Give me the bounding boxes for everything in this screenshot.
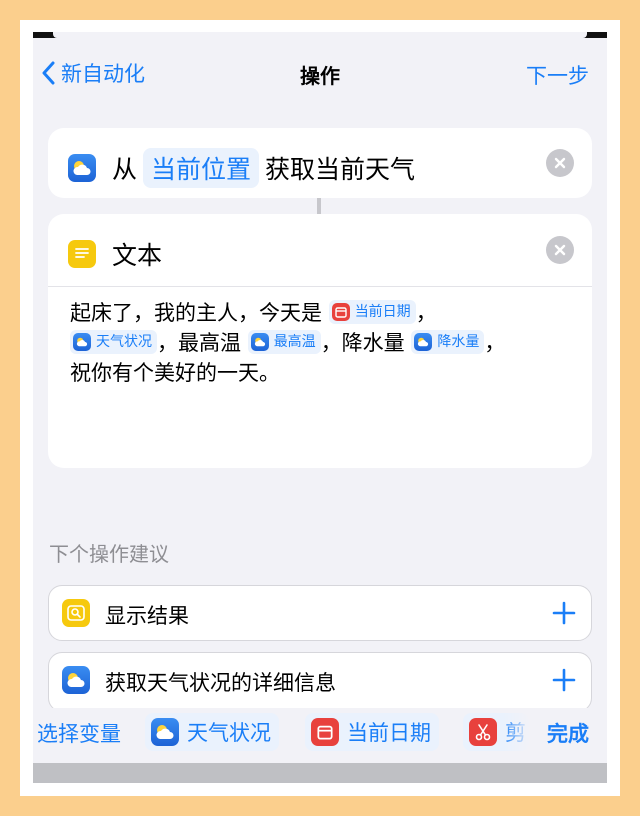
weather-icon	[414, 333, 433, 351]
scroll-fade	[503, 708, 531, 758]
get-weather-action-card[interactable]: 从 当前位置 获取当前天气	[48, 128, 592, 198]
suggestion-label: 获取天气状况的详细信息	[105, 671, 336, 695]
text-segment: ，最高温	[157, 331, 241, 355]
precipitation-variable[interactable]: 降水量	[411, 330, 485, 354]
suggestion-weather-details[interactable]: 获取天气状况的详细信息	[48, 652, 592, 712]
action-connector	[317, 198, 321, 214]
text-segment: 祝你有个美好的一天。	[70, 361, 280, 385]
keyboard-edge	[33, 763, 607, 783]
suggestion-show-result[interactable]: 显示结果	[48, 585, 592, 641]
text-segment: ，	[415, 301, 437, 325]
weather-icon	[250, 333, 269, 351]
calendar-icon	[311, 718, 339, 746]
text-segment: 起床了，我的主人，今天是	[70, 301, 322, 325]
weather-prefix: 从	[112, 155, 138, 184]
select-variable-label: 选择变量	[37, 722, 121, 746]
variables-bar: 选择变量 天气状况 当前日期 剪 完成	[33, 708, 607, 758]
close-icon	[554, 157, 566, 169]
remove-text-action-button[interactable]	[546, 236, 574, 264]
weather-icon	[68, 154, 96, 182]
location-token[interactable]: 当前位置	[143, 148, 260, 188]
plus-icon[interactable]	[549, 665, 579, 695]
current-date-variable[interactable]: 当前日期	[328, 300, 416, 324]
text-icon	[68, 240, 96, 268]
close-icon	[554, 244, 566, 256]
scissors-icon	[469, 718, 497, 746]
page-title: 操作	[300, 64, 340, 88]
weather-icon	[151, 718, 179, 746]
photo-frame: 新自动化 操作 下一步 从 当前位置 获取当前天气 文本 起床了，我的主人，今天…	[20, 20, 620, 796]
text-action-title: 文本	[112, 241, 163, 270]
weather-condition-variable[interactable]: 天气状况	[70, 330, 157, 354]
variable-weather-condition[interactable]: 天气状况	[145, 713, 279, 751]
weather-suffix: 获取当前天气	[265, 155, 416, 184]
quicklook-icon	[62, 599, 90, 627]
weather-icon	[73, 333, 91, 351]
phone-screen: 新自动化 操作 下一步 从 当前位置 获取当前天气 文本 起床了，我的主人，今天…	[33, 32, 607, 783]
calendar-icon	[331, 303, 350, 321]
remove-action-button[interactable]	[546, 149, 574, 177]
suggestions-header: 下个操作建议	[49, 542, 169, 566]
text-action-card[interactable]: 文本 起床了，我的主人，今天是 当前日期 ， 天气状况 ，最高温 最高温 ，降水…	[48, 214, 592, 468]
card-divider	[48, 286, 592, 287]
variable-current-date[interactable]: 当前日期	[305, 713, 439, 751]
text-segment: ，	[484, 331, 506, 355]
high-temp-variable[interactable]: 最高温	[247, 330, 321, 354]
navigation-bar: 新自动化 操作 下一步	[33, 56, 607, 92]
text-segment: ，降水量	[320, 331, 405, 355]
plus-icon[interactable]	[549, 598, 579, 628]
text-content[interactable]: 起床了，我的主人，今天是 当前日期 ， 天气状况 ，最高温 最高温 ，降水量 降…	[70, 298, 580, 388]
done-button[interactable]: 完成	[547, 718, 589, 748]
next-button[interactable]: 下一步	[526, 60, 589, 90]
suggestion-label: 显示结果	[105, 604, 189, 628]
status-bar	[33, 32, 607, 38]
weather-icon	[62, 666, 90, 694]
